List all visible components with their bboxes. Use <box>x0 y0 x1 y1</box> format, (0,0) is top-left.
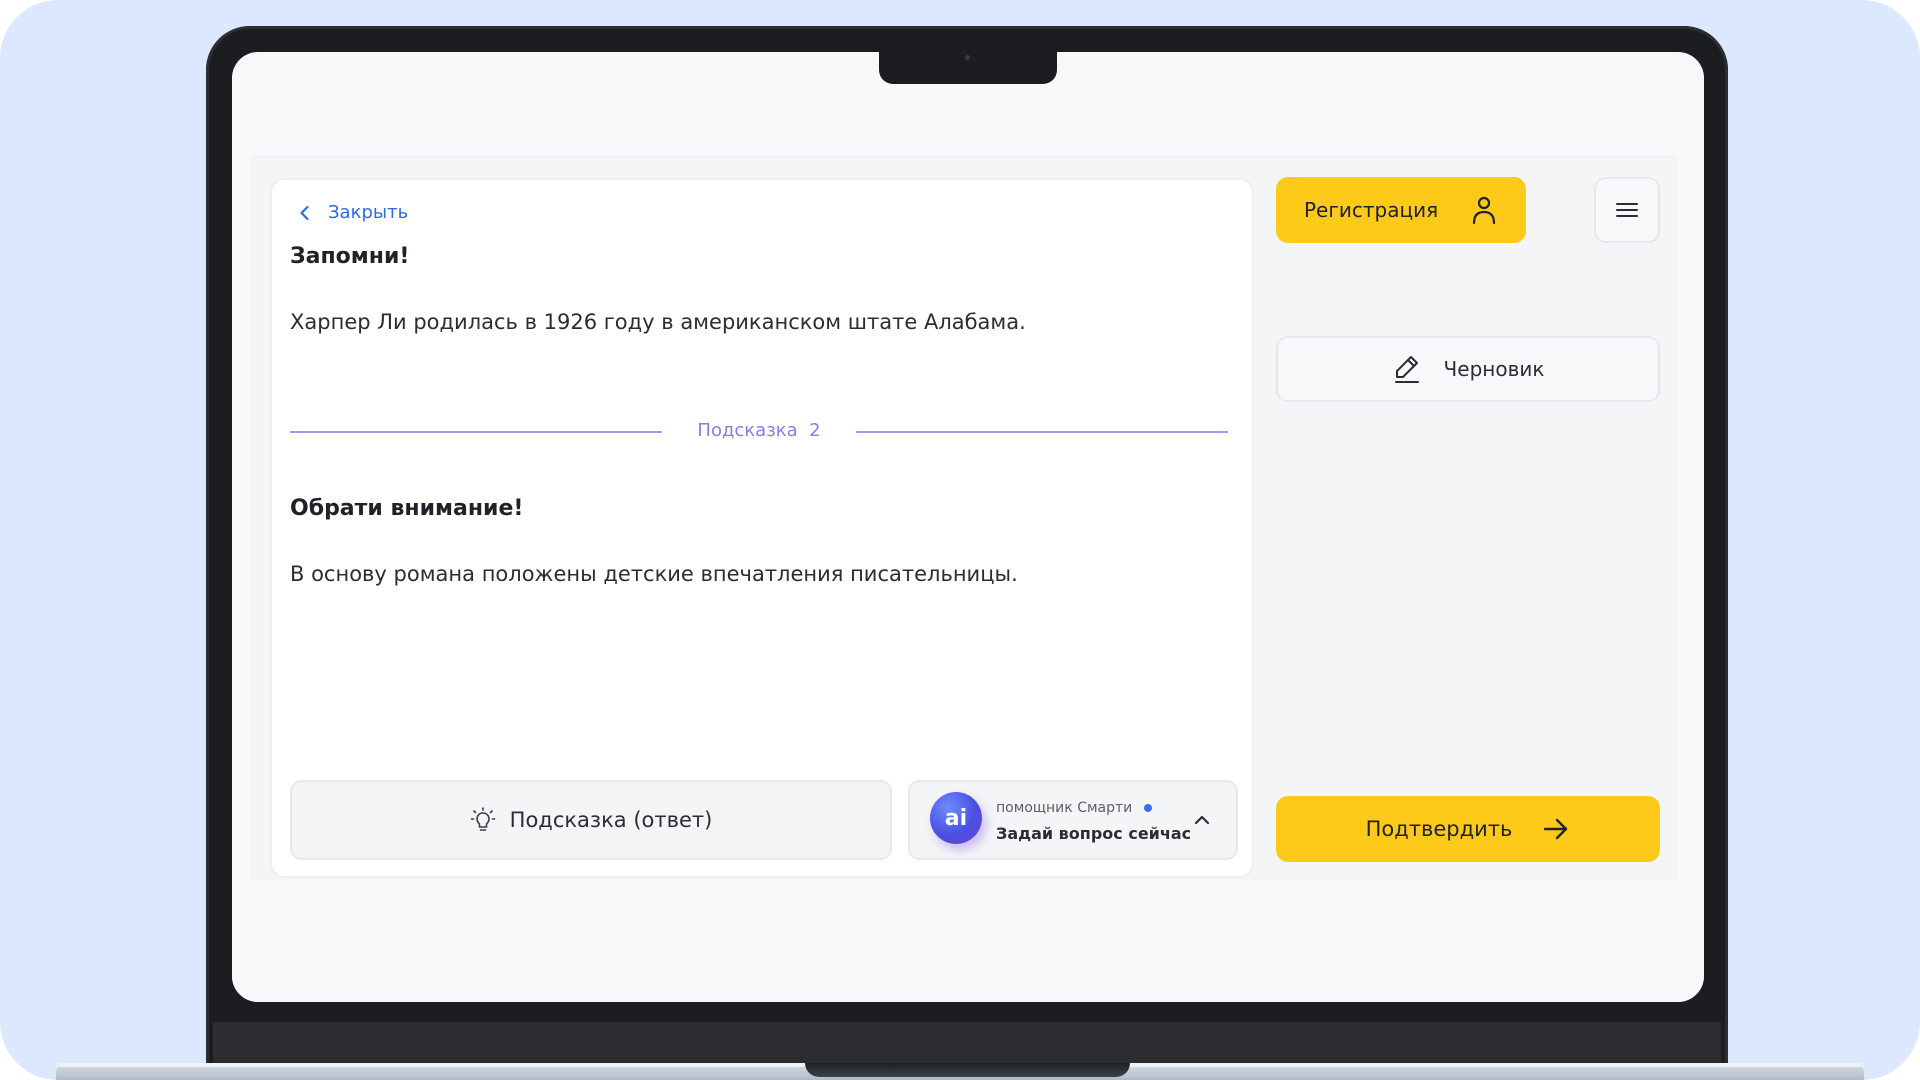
lightbulb-icon <box>470 807 495 831</box>
background: Закрыть Запомни! Харпер Ли родилась в 19… <box>0 0 1920 1080</box>
user-icon <box>1472 196 1496 225</box>
confirm-label: Подтвердить <box>1365 817 1513 841</box>
laptop-hinge <box>805 1063 1130 1077</box>
ai-avatar: ai <box>930 792 982 844</box>
attention-heading: Обрати внимание! <box>290 496 524 521</box>
ai-assistant-name-row: помощник Смарти <box>996 800 1153 816</box>
hint-answer-label: Подсказка (ответ) <box>509 808 713 832</box>
ai-assistant-name: помощник Смарти <box>996 800 1133 816</box>
ai-assistant-cta: Задай вопрос сейчас <box>996 824 1192 843</box>
laptop-screen: Закрыть Запомни! Харпер Ли родилась в 19… <box>232 52 1704 1002</box>
menu-button[interactable] <box>1594 177 1660 243</box>
chevron-left-icon <box>300 205 309 220</box>
hint-answer-button[interactable]: Подсказка (ответ) <box>290 780 892 860</box>
register-label: Регистрация <box>1304 198 1439 222</box>
divider-label: Подсказка 2 <box>697 420 821 441</box>
draft-button[interactable]: Черновик <box>1276 336 1660 402</box>
app-bottom-strip <box>232 880 1704 1002</box>
pencil-icon <box>1394 356 1419 383</box>
divider-line-left <box>290 431 662 433</box>
divider-line-right <box>856 431 1228 433</box>
remember-heading: Запомни! <box>290 244 410 269</box>
camera-notch <box>879 52 1057 84</box>
register-button[interactable]: Регистрация <box>1276 177 1526 243</box>
hint-divider: Подсказка 2 <box>290 420 1228 444</box>
chevron-up-icon <box>1194 815 1210 825</box>
remember-text: Харпер Ли родилась в 1926 году в америка… <box>290 310 1026 334</box>
hint-card: Закрыть Запомни! Харпер Ли родилась в 19… <box>270 178 1254 878</box>
online-status-dot <box>1144 804 1153 812</box>
arrow-right-icon <box>1544 818 1568 840</box>
close-link[interactable]: Закрыть <box>296 202 408 223</box>
attention-text: В основу романа положены детские впечатл… <box>290 562 1018 586</box>
ai-assistant-button[interactable]: ai помощник Смарти Задай вопрос сейчас <box>908 780 1238 860</box>
menu-icon <box>1616 203 1638 217</box>
draft-label: Черновик <box>1443 357 1545 381</box>
confirm-button[interactable]: Подтвердить <box>1276 796 1660 862</box>
laptop-chin <box>213 1022 1721 1063</box>
close-label: Закрыть <box>328 202 409 223</box>
